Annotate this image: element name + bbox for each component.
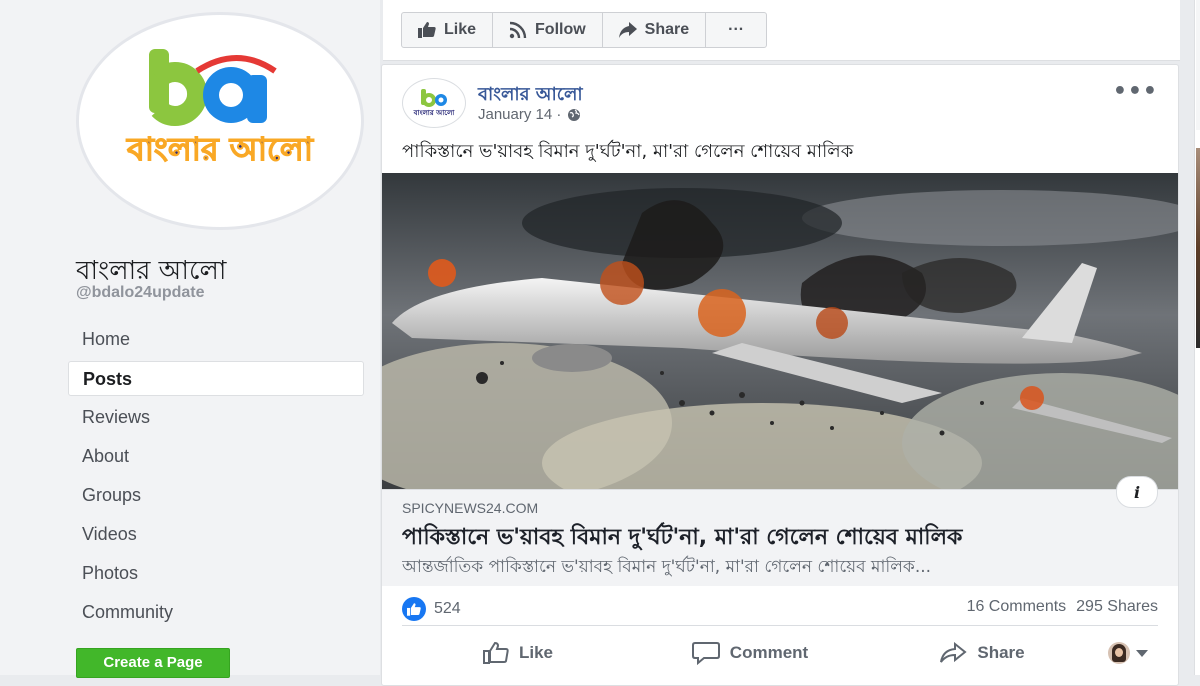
logo-text: বাংলার আলো: [126, 130, 315, 168]
post-author-logo: বাংলার আলো: [413, 89, 456, 117]
post-options-button[interactable]: •••: [1113, 79, 1158, 104]
viewer-avatar: [1108, 642, 1130, 664]
post-link-image[interactable]: [382, 173, 1178, 489]
more-options-button[interactable]: ···: [706, 13, 766, 47]
rss-icon: [509, 21, 527, 39]
post-comment-label: Comment: [729, 643, 809, 662]
shares-count[interactable]: 295 Shares: [1076, 598, 1158, 616]
globe-icon: [568, 108, 581, 121]
page-like-label: Like: [444, 21, 477, 38]
nav-posts[interactable]: Posts: [68, 361, 364, 396]
post-like-button[interactable]: Like: [402, 642, 634, 664]
nav-videos[interactable]: Videos: [68, 517, 364, 552]
viewer-switcher[interactable]: [1098, 642, 1158, 664]
link-preview[interactable]: i SPICYNEWS24.COM পাকিস্তানে ভ'য়াবহ বিম…: [382, 476, 1178, 586]
page-share-label: Share: [644, 21, 690, 38]
chevron-down-icon: [1136, 649, 1148, 657]
share-outline-icon: [940, 642, 967, 663]
reactions-summary[interactable]: 524: [402, 597, 461, 621]
reactions-count: 524: [434, 600, 461, 617]
comments-count[interactable]: 16 Comments: [967, 598, 1067, 616]
post-like-label: Like: [518, 643, 554, 662]
engagement-counts: 16 Comments 295 Shares: [967, 598, 1158, 616]
link-description: আন্তর্জাতিক পাকিস্তানে ভ'য়াবহ বিমান দু'…: [402, 557, 932, 577]
follow-label: Follow: [535, 21, 586, 38]
page-action-group: Like Follow Share ···: [401, 12, 768, 48]
nav-community[interactable]: Community: [68, 595, 364, 630]
right-card-edge: [1196, 0, 1200, 130]
like-reaction-icon: [402, 597, 426, 621]
post-author-logo-text: বাংলার আলো: [413, 109, 456, 117]
logo-image: বাংলার আলো: [125, 49, 315, 169]
right-image-edge: [1196, 148, 1200, 348]
info-icon[interactable]: i: [1116, 476, 1158, 508]
post-stats: 524 16 Comments 295 Shares: [402, 595, 1158, 626]
page-handle[interactable]: @bdalo24update: [76, 284, 205, 302]
nav-about[interactable]: About: [68, 439, 364, 474]
share-arrow-icon: [618, 22, 637, 38]
left-column: বাংলার আলো বাংলার আলো @bdalo24update Hom…: [0, 0, 380, 678]
post-date-text: January 14 ·: [478, 106, 562, 123]
follow-button[interactable]: Follow: [493, 13, 603, 47]
post-card: বাংলার আলো বাংলার আলো January 14 · ••• প…: [381, 64, 1179, 686]
page-share-button[interactable]: Share: [603, 13, 707, 47]
post-timestamp[interactable]: January 14 ·: [478, 106, 581, 123]
page-like-button[interactable]: Like: [402, 13, 494, 47]
thumbs-up-icon: [418, 22, 436, 38]
create-page-button[interactable]: Create a Page: [76, 648, 230, 678]
link-title[interactable]: পাকিস্তানে ভ'য়াবহ বিমান দু'র্ঘট'না, মা'…: [402, 520, 962, 557]
page-action-bar: Like Follow Share ···: [383, 0, 1180, 61]
post-actions: Like Comment Share: [402, 633, 1158, 673]
comment-icon: [691, 642, 720, 665]
post-message: পাকিস্তানে ভ'য়াবহ বিমান দু'র্ঘট'না, মা'…: [402, 141, 854, 162]
nav-photos[interactable]: Photos: [68, 556, 364, 591]
post-author-avatar[interactable]: বাংলার আলো: [402, 78, 466, 128]
thumbs-up-outline-icon: [482, 642, 509, 664]
link-domain: SPICYNEWS24.COM: [402, 500, 539, 516]
more-dots-icon: ···: [728, 21, 745, 38]
nav-home[interactable]: Home: [68, 322, 364, 357]
page-profile-logo[interactable]: বাংলার আলো: [76, 12, 364, 230]
post-share-label: Share: [977, 643, 1025, 662]
post-share-button[interactable]: Share: [866, 642, 1098, 664]
nav-groups[interactable]: Groups: [68, 478, 364, 513]
post-comment-button[interactable]: Comment: [634, 641, 866, 665]
nav-reviews[interactable]: Reviews: [68, 400, 364, 435]
page-nav: Home Posts Reviews About Groups Videos P…: [68, 322, 364, 634]
crashing-airplane-image: [382, 173, 1178, 489]
